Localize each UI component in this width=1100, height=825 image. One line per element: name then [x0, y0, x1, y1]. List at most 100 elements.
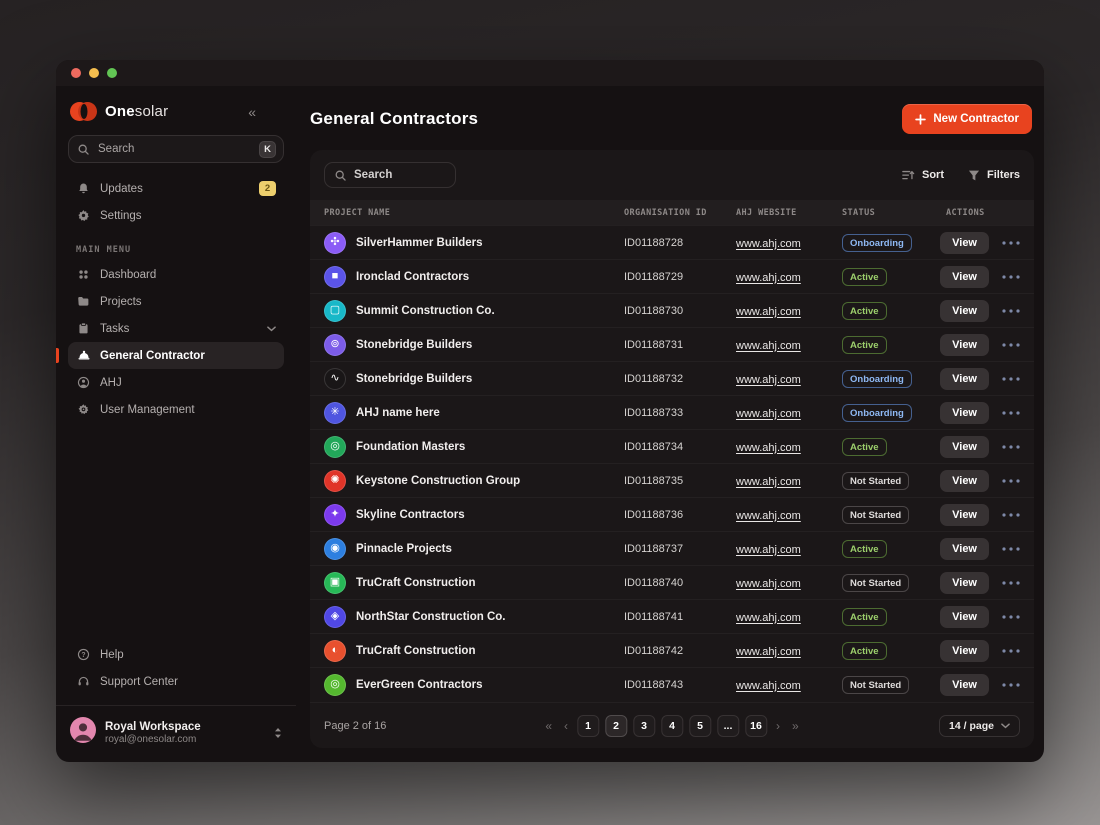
row-menu-icon[interactable]	[1002, 309, 1020, 313]
row-menu-icon[interactable]	[1002, 615, 1020, 619]
page-button[interactable]: 16	[745, 715, 767, 737]
row-menu-icon[interactable]	[1002, 683, 1020, 687]
view-button[interactable]: View	[940, 674, 989, 696]
view-button[interactable]: View	[940, 606, 989, 628]
project-name: SilverHammer Builders	[356, 237, 483, 249]
pagination-bar: Page 2 of 16 « ‹ 12345... 16 › » 14 / pag…	[310, 702, 1034, 748]
first-page-button[interactable]: «	[542, 719, 555, 733]
row-menu-icon[interactable]	[1002, 377, 1020, 381]
ahj-website-link[interactable]: www.ahj.com	[736, 510, 801, 522]
status-badge: Active	[842, 302, 887, 320]
table-row: ✳ AHJ name here ID01188733 www.ahj.com O…	[310, 395, 1034, 429]
ahj-website-link[interactable]: www.ahj.com	[736, 442, 801, 454]
user-gear-icon	[76, 403, 91, 416]
prev-page-button[interactable]: ‹	[561, 719, 571, 733]
table-row: ◎ Foundation Masters ID01188734 www.ahj.…	[310, 429, 1034, 463]
table-search[interactable]	[324, 162, 456, 188]
sidebar-item-updates[interactable]: Updates 2	[68, 175, 284, 202]
minimize-window-icon[interactable]	[89, 68, 99, 78]
page-button[interactable]: 5	[689, 715, 711, 737]
ahj-website-link[interactable]: www.ahj.com	[736, 612, 801, 624]
row-menu-icon[interactable]	[1002, 513, 1020, 517]
sidebar-item-projects[interactable]: Projects	[68, 288, 284, 315]
view-button[interactable]: View	[940, 470, 989, 492]
organisation-id: ID01188742	[624, 645, 736, 657]
table-search-input[interactable]	[354, 169, 446, 181]
ahj-website-link[interactable]: www.ahj.com	[736, 544, 801, 556]
workspace-switcher[interactable]: Royal Workspace royal@onesolar.com	[68, 706, 284, 750]
page-button[interactable]: 4	[661, 715, 683, 737]
status-badge: Not Started	[842, 506, 909, 524]
sidebar-item-help[interactable]: ? Help	[68, 641, 284, 668]
company-logo-icon: ◈	[324, 606, 346, 628]
last-page-button[interactable]: »	[789, 719, 802, 733]
help-icon: ?	[76, 648, 91, 661]
company-logo-icon: ✺	[324, 470, 346, 492]
view-button[interactable]: View	[940, 266, 989, 288]
view-button[interactable]: View	[940, 334, 989, 356]
row-menu-icon[interactable]	[1002, 241, 1020, 245]
sidebar-item-support-center[interactable]: Support Center	[68, 668, 284, 695]
ahj-website-link[interactable]: www.ahj.com	[736, 646, 801, 658]
sidebar-item-tasks[interactable]: Tasks	[68, 315, 284, 342]
sidebar-item-general-contractor[interactable]: General Contractor	[68, 342, 284, 369]
view-button[interactable]: View	[940, 436, 989, 458]
project-name: Skyline Contractors	[356, 509, 465, 521]
company-logo-icon: ▢	[324, 300, 346, 322]
ahj-website-link[interactable]: www.ahj.com	[736, 680, 801, 692]
view-button[interactable]: View	[940, 300, 989, 322]
page-button[interactable]: 1	[577, 715, 599, 737]
row-menu-icon[interactable]	[1002, 275, 1020, 279]
view-button[interactable]: View	[940, 572, 989, 594]
ahj-website-link[interactable]: www.ahj.com	[736, 578, 801, 590]
view-button[interactable]: View	[940, 402, 989, 424]
page-button[interactable]: ...	[717, 715, 739, 737]
ahj-website-link[interactable]: www.ahj.com	[736, 272, 801, 284]
workspace-toggle-icon[interactable]	[274, 727, 282, 739]
sidebar-item-ahj[interactable]: AHJ	[68, 369, 284, 396]
status-badge: Active	[842, 268, 887, 286]
row-menu-icon[interactable]	[1002, 649, 1020, 653]
filters-button[interactable]: Filters	[968, 169, 1020, 181]
sidebar-item-dashboard[interactable]: Dashboard	[68, 261, 284, 288]
ahj-website-link[interactable]: www.ahj.com	[736, 238, 801, 250]
view-button[interactable]: View	[940, 640, 989, 662]
ahj-website-link[interactable]: www.ahj.com	[736, 374, 801, 386]
ahj-website-link[interactable]: www.ahj.com	[736, 340, 801, 352]
sort-button[interactable]: Sort	[901, 169, 944, 181]
ahj-website-link[interactable]: www.ahj.com	[736, 408, 801, 420]
view-button[interactable]: View	[940, 538, 989, 560]
workspace-name: Royal Workspace	[105, 721, 201, 733]
row-menu-icon[interactable]	[1002, 479, 1020, 483]
close-window-icon[interactable]	[71, 68, 81, 78]
view-button[interactable]: View	[940, 232, 989, 254]
sidebar-search[interactable]: K	[68, 135, 284, 163]
project-name: EverGreen Contractors	[356, 679, 483, 691]
collapse-sidebar-icon[interactable]: «	[248, 104, 282, 120]
row-menu-icon[interactable]	[1002, 343, 1020, 347]
column-project-name: PROJECT NAME	[324, 208, 624, 218]
new-contractor-button[interactable]: New Contractor	[902, 104, 1032, 134]
row-menu-icon[interactable]	[1002, 445, 1020, 449]
sidebar-search-input[interactable]	[98, 143, 252, 155]
next-page-button[interactable]: ›	[773, 719, 783, 733]
page-button[interactable]: 2	[605, 715, 627, 737]
row-menu-icon[interactable]	[1002, 547, 1020, 551]
page-size-select[interactable]: 14 / page	[939, 715, 1020, 737]
row-menu-icon[interactable]	[1002, 411, 1020, 415]
ahj-website-link[interactable]: www.ahj.com	[736, 306, 801, 318]
sort-icon	[901, 169, 915, 181]
page-button[interactable]: 3	[633, 715, 655, 737]
sidebar-menu-list: Dashboard Projects Tasks General Contrac…	[68, 261, 284, 423]
column-status: STATUS	[842, 208, 946, 218]
view-button[interactable]: View	[940, 504, 989, 526]
table-row: ✺ Keystone Construction Group ID01188735…	[310, 463, 1034, 497]
maximize-window-icon[interactable]	[107, 68, 117, 78]
view-button[interactable]: View	[940, 368, 989, 390]
sidebar-item-user-management[interactable]: User Management	[68, 396, 284, 423]
ahj-website-link[interactable]: www.ahj.com	[736, 476, 801, 488]
page-summary: Page 2 of 16	[324, 720, 386, 732]
company-logo-icon: ■	[324, 266, 346, 288]
row-menu-icon[interactable]	[1002, 581, 1020, 585]
sidebar-item-settings[interactable]: Settings	[68, 202, 284, 229]
